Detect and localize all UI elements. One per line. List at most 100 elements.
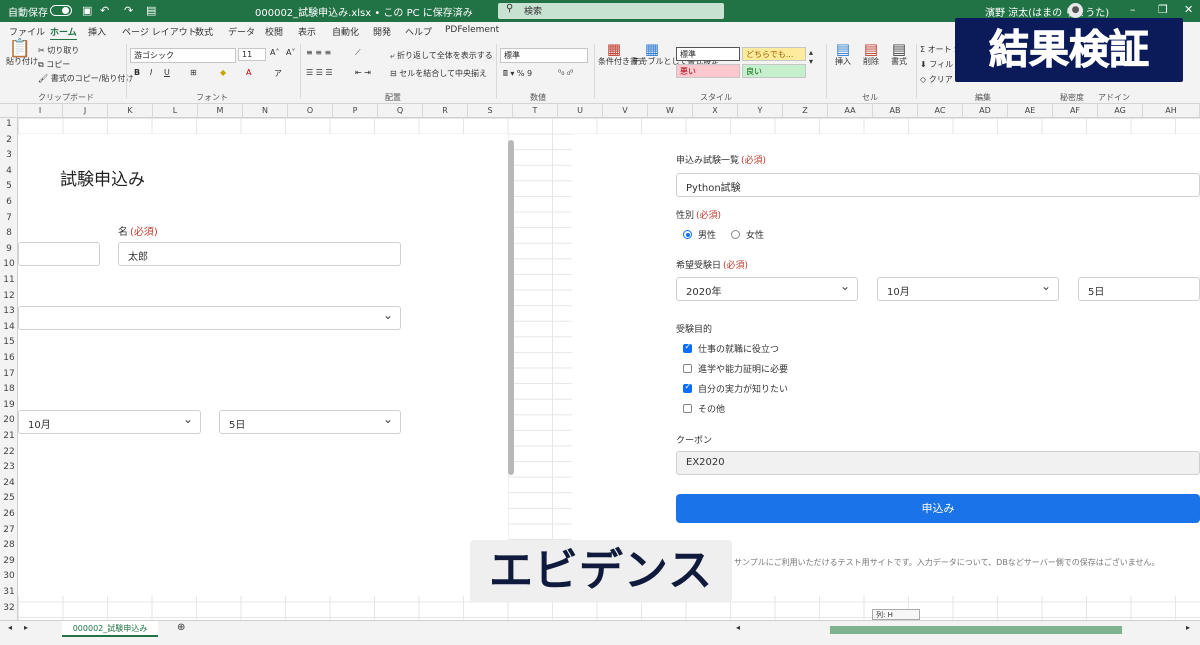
col-header[interactable]: X [693, 104, 738, 118]
orientation-icon[interactable]: ⟋ [355, 48, 361, 58]
row-header[interactable]: 27 [0, 525, 18, 535]
style-good[interactable]: 良い [742, 64, 806, 78]
shrink-font-icon[interactable]: A˅ [286, 48, 295, 57]
row-header[interactable]: 13 [0, 306, 18, 316]
col-header[interactable]: V [603, 104, 648, 118]
col-header[interactable]: I [18, 104, 63, 118]
last-name-input[interactable] [18, 242, 100, 266]
row-header[interactable]: 28 [0, 540, 18, 550]
year-select[interactable]: 2020年 [676, 277, 858, 301]
row-header[interactable]: 15 [0, 337, 18, 347]
col-header[interactable]: AG [1098, 104, 1143, 118]
tab-help[interactable]: ヘルプ [405, 25, 432, 38]
paste-button[interactable]: 📋 貼り付け [6, 40, 38, 67]
tab-insert[interactable]: 挿入 [88, 25, 106, 38]
row-header[interactable]: 25 [0, 493, 18, 503]
gender-female-radio[interactable]: 女性 [731, 228, 764, 241]
purpose-checkbox-4[interactable]: その他 [683, 402, 725, 415]
save-icon[interactable]: ▣ [82, 4, 92, 17]
number-format-select[interactable]: 標準 [500, 48, 588, 63]
sheet-tab[interactable]: 000002_試験申込み [62, 621, 158, 637]
row-header[interactable]: 23 [0, 462, 18, 472]
delete-cells-button[interactable]: ▤ 削除 [858, 42, 884, 67]
row-header[interactable]: 29 [0, 556, 18, 566]
row-header[interactable]: 30 [0, 571, 18, 581]
row-header[interactable]: 14 [0, 322, 18, 332]
tab-home[interactable]: ホーム [50, 25, 77, 41]
row-header[interactable]: 18 [0, 384, 18, 394]
row-header[interactable]: 21 [0, 431, 18, 441]
row-header[interactable]: 22 [0, 447, 18, 457]
col-header[interactable]: R [423, 104, 468, 118]
row-header[interactable]: 12 [0, 291, 18, 301]
quick-print-icon[interactable]: ▤ [146, 4, 156, 17]
select-all-corner[interactable] [0, 104, 18, 118]
col-header[interactable]: AB [873, 104, 918, 118]
fill-color-icon[interactable]: ◆ [220, 68, 226, 77]
col-header[interactable]: AE [1008, 104, 1053, 118]
col-header[interactable]: J [63, 104, 108, 118]
exam-list-input[interactable]: Python試験 [676, 173, 1200, 197]
undo-icon[interactable]: ↶ [100, 4, 109, 17]
next-sheet-icon[interactable]: ▸ [24, 623, 28, 632]
horizontal-scrollbar[interactable] [830, 626, 1122, 634]
indent-icon[interactable]: ⇤ ⇥ [355, 68, 371, 77]
scroll-left-icon[interactable]: ◂ [736, 623, 740, 632]
purpose-checkbox-3[interactable]: 自分の実力が知りたい [683, 382, 788, 395]
exam-select[interactable] [18, 306, 401, 330]
gender-male-radio[interactable]: 男性 [683, 228, 716, 241]
format-painter-button[interactable]: 🖌 書式のコピー/貼り付け [38, 73, 133, 84]
autosum-button[interactable]: Σ オート S [920, 44, 959, 55]
col-header[interactable]: Y [738, 104, 783, 118]
tab-formulas[interactable]: 数式 [195, 25, 213, 38]
styles-scroll-icon[interactable]: ▴ ▾ [809, 48, 813, 66]
align-top-icon[interactable]: ≡ ≡ ≡ [306, 48, 331, 57]
row-header[interactable]: 4 [0, 166, 18, 176]
prev-sheet-icon[interactable]: ◂ [8, 623, 12, 632]
col-header[interactable]: U [558, 104, 603, 118]
row-header[interactable]: 9 [0, 244, 18, 254]
scroll-right-icon[interactable]: ▸ [1186, 623, 1190, 632]
underline-icon[interactable]: U [164, 68, 170, 77]
style-standard[interactable]: 標準 [676, 47, 740, 61]
border-icon[interactable]: ⊞ [190, 68, 197, 77]
row-header[interactable]: 17 [0, 369, 18, 379]
purpose-checkbox-2[interactable]: 進学や能力証明に必要 [683, 362, 788, 375]
row-header[interactable]: 11 [0, 275, 18, 285]
fill-button[interactable]: ⬇ フィル [920, 59, 953, 70]
row-header[interactable]: 26 [0, 509, 18, 519]
col-header[interactable]: S [468, 104, 513, 118]
search-input[interactable]: ⚲ 検索 [498, 3, 724, 19]
submit-button[interactable]: 申込み [676, 494, 1200, 523]
vertical-scrollbar[interactable] [508, 140, 514, 475]
style-bad[interactable]: 悪い [676, 64, 740, 78]
add-sheet-icon[interactable]: ⊕ [177, 622, 185, 633]
font-name-select[interactable]: 游ゴシック [130, 48, 236, 63]
row-header[interactable]: 31 [0, 587, 18, 597]
grow-font-icon[interactable]: A˄ [270, 48, 279, 57]
row-header[interactable]: 2 [0, 135, 18, 145]
avatar[interactable]: ● [1068, 3, 1083, 18]
autosave-toggle[interactable] [50, 5, 72, 16]
decimal-icon[interactable]: ⁰₀ ₀⁰ [558, 68, 573, 77]
row-header[interactable]: 3 [0, 150, 18, 160]
bold-icon[interactable]: B [134, 68, 140, 77]
row-header[interactable]: 24 [0, 478, 18, 488]
clear-button[interactable]: ◇ クリア [920, 74, 953, 85]
copy-button[interactable]: ⧉ コピー [38, 59, 70, 70]
month-select-right[interactable]: 10月 [877, 277, 1059, 301]
first-name-input[interactable]: 太郎 [118, 242, 401, 266]
col-header[interactable]: AD [963, 104, 1008, 118]
col-header[interactable]: K [108, 104, 153, 118]
tab-file[interactable]: ファイル [9, 25, 45, 38]
font-color-icon[interactable]: A [246, 68, 251, 77]
row-header[interactable]: 16 [0, 353, 18, 363]
italic-icon[interactable]: I [150, 68, 152, 77]
day-select[interactable]: 5日 [219, 410, 401, 434]
row-header[interactable]: 7 [0, 213, 18, 223]
col-header[interactable]: AA [828, 104, 873, 118]
purpose-checkbox-1[interactable]: 仕事の就職に役立つ [683, 342, 779, 355]
col-header[interactable]: Z [783, 104, 828, 118]
cut-button[interactable]: ✂ 切り取り [38, 45, 79, 56]
row-header[interactable]: 10 [0, 259, 18, 269]
